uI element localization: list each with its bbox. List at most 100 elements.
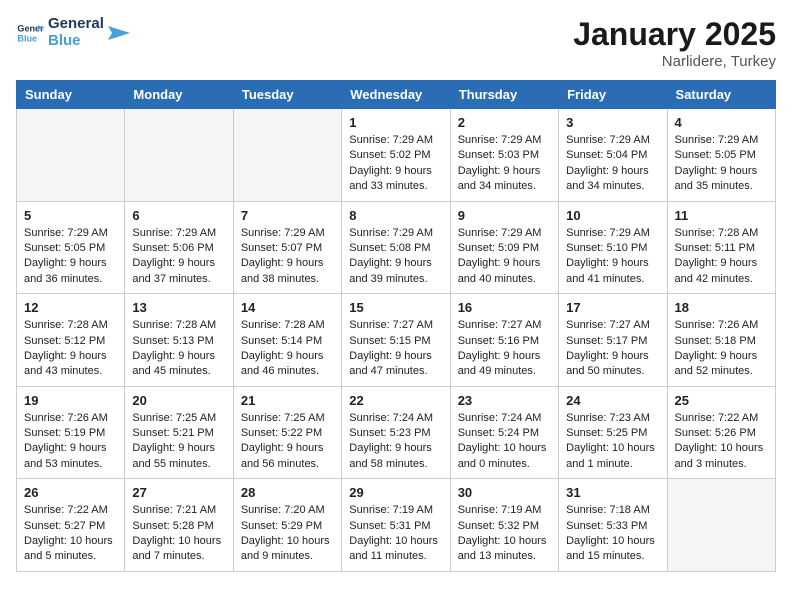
day-number: 23 bbox=[458, 393, 551, 408]
day-number: 16 bbox=[458, 300, 551, 315]
calendar-cell: 25Sunrise: 7:22 AMSunset: 5:26 PMDayligh… bbox=[667, 386, 775, 479]
week-row-5: 26 Sunrise: 7:22 AMSunset: 5:27 PMDayligh… bbox=[17, 479, 776, 572]
logo-icon: General Blue bbox=[16, 19, 44, 47]
cell-text: Sunrise: 7:25 AMSunset: 5:22 PMDaylight:… bbox=[241, 411, 334, 473]
calendar-cell: 22 Sunrise: 7:24 AMSunset: 5:23 PMDayligh… bbox=[342, 386, 450, 479]
calendar-cell: 30Sunrise: 7:19 AMSunset: 5:32 PMDayligh… bbox=[450, 479, 558, 572]
day-header-saturday: Saturday bbox=[667, 81, 775, 109]
calendar-cell: 23Sunrise: 7:24 AMSunset: 5:24 PMDayligh… bbox=[450, 386, 558, 479]
calendar-cell: 29 Sunrise: 7:19 AMSunset: 5:31 PMDayligh… bbox=[342, 479, 450, 572]
day-number: 3 bbox=[566, 115, 659, 130]
cell-text: Sunrise: 7:27 AMSunset: 5:15 PMDaylight:… bbox=[349, 318, 442, 380]
calendar-cell: 8Sunrise: 7:29 AMSunset: 5:08 PMDaylight… bbox=[342, 201, 450, 294]
logo-blue: Blue bbox=[48, 33, 104, 50]
calendar-cell: 5 Sunrise: 7:29 AMSunset: 5:05 PMDaylight… bbox=[17, 201, 125, 294]
day-header-friday: Friday bbox=[559, 81, 667, 109]
calendar-cell: 19 Sunrise: 7:26 AMSunset: 5:19 PMDayligh… bbox=[17, 386, 125, 479]
cell-text: Sunrise: 7:20 AMSunset: 5:29 PMDaylight:… bbox=[241, 503, 334, 565]
cell-text: Sunrise: 7:19 AMSunset: 5:31 PMDaylight:… bbox=[349, 503, 442, 565]
cell-text: Sunrise: 7:25 AMSunset: 5:21 PMDaylight:… bbox=[132, 411, 225, 473]
calendar-cell: 15 Sunrise: 7:27 AMSunset: 5:15 PMDayligh… bbox=[342, 294, 450, 387]
cell-text: Sunrise: 7:18 AMSunset: 5:33 PMDaylight:… bbox=[566, 503, 659, 565]
calendar-table: SundayMondayTuesdayWednesdayThursdayFrid… bbox=[16, 80, 776, 572]
cell-text: Sunrise: 7:29 AMSunset: 5:03 PMDaylight:… bbox=[458, 133, 551, 195]
cell-text: Sunrise: 7:26 AMSunset: 5:19 PMDaylight:… bbox=[24, 411, 117, 473]
location: Narlidere, Turkey bbox=[573, 53, 776, 70]
day-header-thursday: Thursday bbox=[450, 81, 558, 109]
cell-text: Sunrise: 7:29 AMSunset: 5:04 PMDaylight:… bbox=[566, 133, 659, 195]
cell-text: Sunrise: 7:27 AMSunset: 5:16 PMDaylight:… bbox=[458, 318, 551, 380]
calendar-cell: 20 Sunrise: 7:25 AMSunset: 5:21 PMDayligh… bbox=[125, 386, 233, 479]
calendar-cell: 10 Sunrise: 7:29 AMSunset: 5:10 PMDayligh… bbox=[559, 201, 667, 294]
calendar-cell: 6 Sunrise: 7:29 AMSunset: 5:06 PMDaylight… bbox=[125, 201, 233, 294]
calendar-cell: 28 Sunrise: 7:20 AMSunset: 5:29 PMDayligh… bbox=[233, 479, 341, 572]
week-row-3: 12Sunrise: 7:28 AMSunset: 5:12 PMDayligh… bbox=[17, 294, 776, 387]
day-number: 19 bbox=[24, 393, 117, 408]
day-number: 29 bbox=[349, 485, 442, 500]
calendar-cell: 16 Sunrise: 7:27 AMSunset: 5:16 PMDayligh… bbox=[450, 294, 558, 387]
week-row-1: 1Sunrise: 7:29 AMSunset: 5:02 PMDaylight… bbox=[17, 109, 776, 202]
cell-text: Sunrise: 7:28 AMSunset: 5:14 PMDaylight:… bbox=[241, 318, 334, 380]
calendar-cell: 3 Sunrise: 7:29 AMSunset: 5:04 PMDaylight… bbox=[559, 109, 667, 202]
calendar-cell: 14 Sunrise: 7:28 AMSunset: 5:14 PMDayligh… bbox=[233, 294, 341, 387]
cell-text: Sunrise: 7:29 AMSunset: 5:08 PMDaylight:… bbox=[349, 226, 442, 288]
day-number: 7 bbox=[241, 208, 334, 223]
month-title: January 2025 bbox=[573, 16, 776, 53]
day-header-sunday: Sunday bbox=[17, 81, 125, 109]
day-number: 11 bbox=[675, 208, 768, 223]
cell-text: Sunrise: 7:26 AMSunset: 5:18 PMDaylight:… bbox=[675, 318, 768, 380]
day-number: 21 bbox=[241, 393, 334, 408]
cell-text: Sunrise: 7:27 AMSunset: 5:17 PMDaylight:… bbox=[566, 318, 659, 380]
cell-text: Sunrise: 7:24 AMSunset: 5:23 PMDaylight:… bbox=[349, 411, 442, 473]
cell-text: Sunrise: 7:21 AMSunset: 5:28 PMDaylight:… bbox=[132, 503, 225, 565]
day-number: 28 bbox=[241, 485, 334, 500]
day-number: 2 bbox=[458, 115, 551, 130]
calendar-cell: 24Sunrise: 7:23 AMSunset: 5:25 PMDayligh… bbox=[559, 386, 667, 479]
logo-arrow-icon bbox=[108, 22, 130, 44]
cell-text: Sunrise: 7:28 AMSunset: 5:12 PMDaylight:… bbox=[24, 318, 117, 380]
day-number: 20 bbox=[132, 393, 225, 408]
day-number: 22 bbox=[349, 393, 442, 408]
calendar-cell: 2 Sunrise: 7:29 AMSunset: 5:03 PMDaylight… bbox=[450, 109, 558, 202]
day-number: 31 bbox=[566, 485, 659, 500]
calendar-cell: 31 Sunrise: 7:18 AMSunset: 5:33 PMDayligh… bbox=[559, 479, 667, 572]
day-number: 25 bbox=[675, 393, 768, 408]
day-number: 15 bbox=[349, 300, 442, 315]
week-row-2: 5 Sunrise: 7:29 AMSunset: 5:05 PMDaylight… bbox=[17, 201, 776, 294]
calendar-cell: 9 Sunrise: 7:29 AMSunset: 5:09 PMDaylight… bbox=[450, 201, 558, 294]
calendar-cell: 13 Sunrise: 7:28 AMSunset: 5:13 PMDayligh… bbox=[125, 294, 233, 387]
calendar-cell: 17Sunrise: 7:27 AMSunset: 5:17 PMDayligh… bbox=[559, 294, 667, 387]
logo: General Blue General Blue bbox=[16, 16, 130, 49]
day-number: 5 bbox=[24, 208, 117, 223]
cell-text: Sunrise: 7:22 AMSunset: 5:27 PMDaylight:… bbox=[24, 503, 117, 565]
svg-text:Blue: Blue bbox=[17, 33, 37, 43]
day-number: 26 bbox=[24, 485, 117, 500]
day-number: 1 bbox=[349, 115, 442, 130]
calendar-cell: 7 Sunrise: 7:29 AMSunset: 5:07 PMDaylight… bbox=[233, 201, 341, 294]
calendar-cell: 26 Sunrise: 7:22 AMSunset: 5:27 PMDayligh… bbox=[17, 479, 125, 572]
title-area: January 2025 Narlidere, Turkey bbox=[573, 16, 776, 70]
day-number: 9 bbox=[458, 208, 551, 223]
cell-text: Sunrise: 7:29 AMSunset: 5:10 PMDaylight:… bbox=[566, 226, 659, 288]
cell-text: Sunrise: 7:29 AMSunset: 5:06 PMDaylight:… bbox=[132, 226, 225, 288]
calendar-cell: 27Sunrise: 7:21 AMSunset: 5:28 PMDayligh… bbox=[125, 479, 233, 572]
cell-text: Sunrise: 7:29 AMSunset: 5:09 PMDaylight:… bbox=[458, 226, 551, 288]
calendar-cell: 1Sunrise: 7:29 AMSunset: 5:02 PMDaylight… bbox=[342, 109, 450, 202]
cell-text: Sunrise: 7:28 AMSunset: 5:13 PMDaylight:… bbox=[132, 318, 225, 380]
day-number: 10 bbox=[566, 208, 659, 223]
calendar-cell bbox=[233, 109, 341, 202]
cell-text: Sunrise: 7:19 AMSunset: 5:32 PMDaylight:… bbox=[458, 503, 551, 565]
day-header-monday: Monday bbox=[125, 81, 233, 109]
calendar-cell: 21 Sunrise: 7:25 AMSunset: 5:22 PMDayligh… bbox=[233, 386, 341, 479]
calendar-cell: 12Sunrise: 7:28 AMSunset: 5:12 PMDayligh… bbox=[17, 294, 125, 387]
day-number: 14 bbox=[241, 300, 334, 315]
cell-text: Sunrise: 7:29 AMSunset: 5:07 PMDaylight:… bbox=[241, 226, 334, 288]
cell-text: Sunrise: 7:29 AMSunset: 5:05 PMDaylight:… bbox=[24, 226, 117, 288]
days-header-row: SundayMondayTuesdayWednesdayThursdayFrid… bbox=[17, 81, 776, 109]
day-number: 4 bbox=[675, 115, 768, 130]
calendar-cell: 18Sunrise: 7:26 AMSunset: 5:18 PMDayligh… bbox=[667, 294, 775, 387]
day-header-tuesday: Tuesday bbox=[233, 81, 341, 109]
day-number: 6 bbox=[132, 208, 225, 223]
calendar-cell: 4Sunrise: 7:29 AMSunset: 5:05 PMDaylight… bbox=[667, 109, 775, 202]
day-number: 13 bbox=[132, 300, 225, 315]
